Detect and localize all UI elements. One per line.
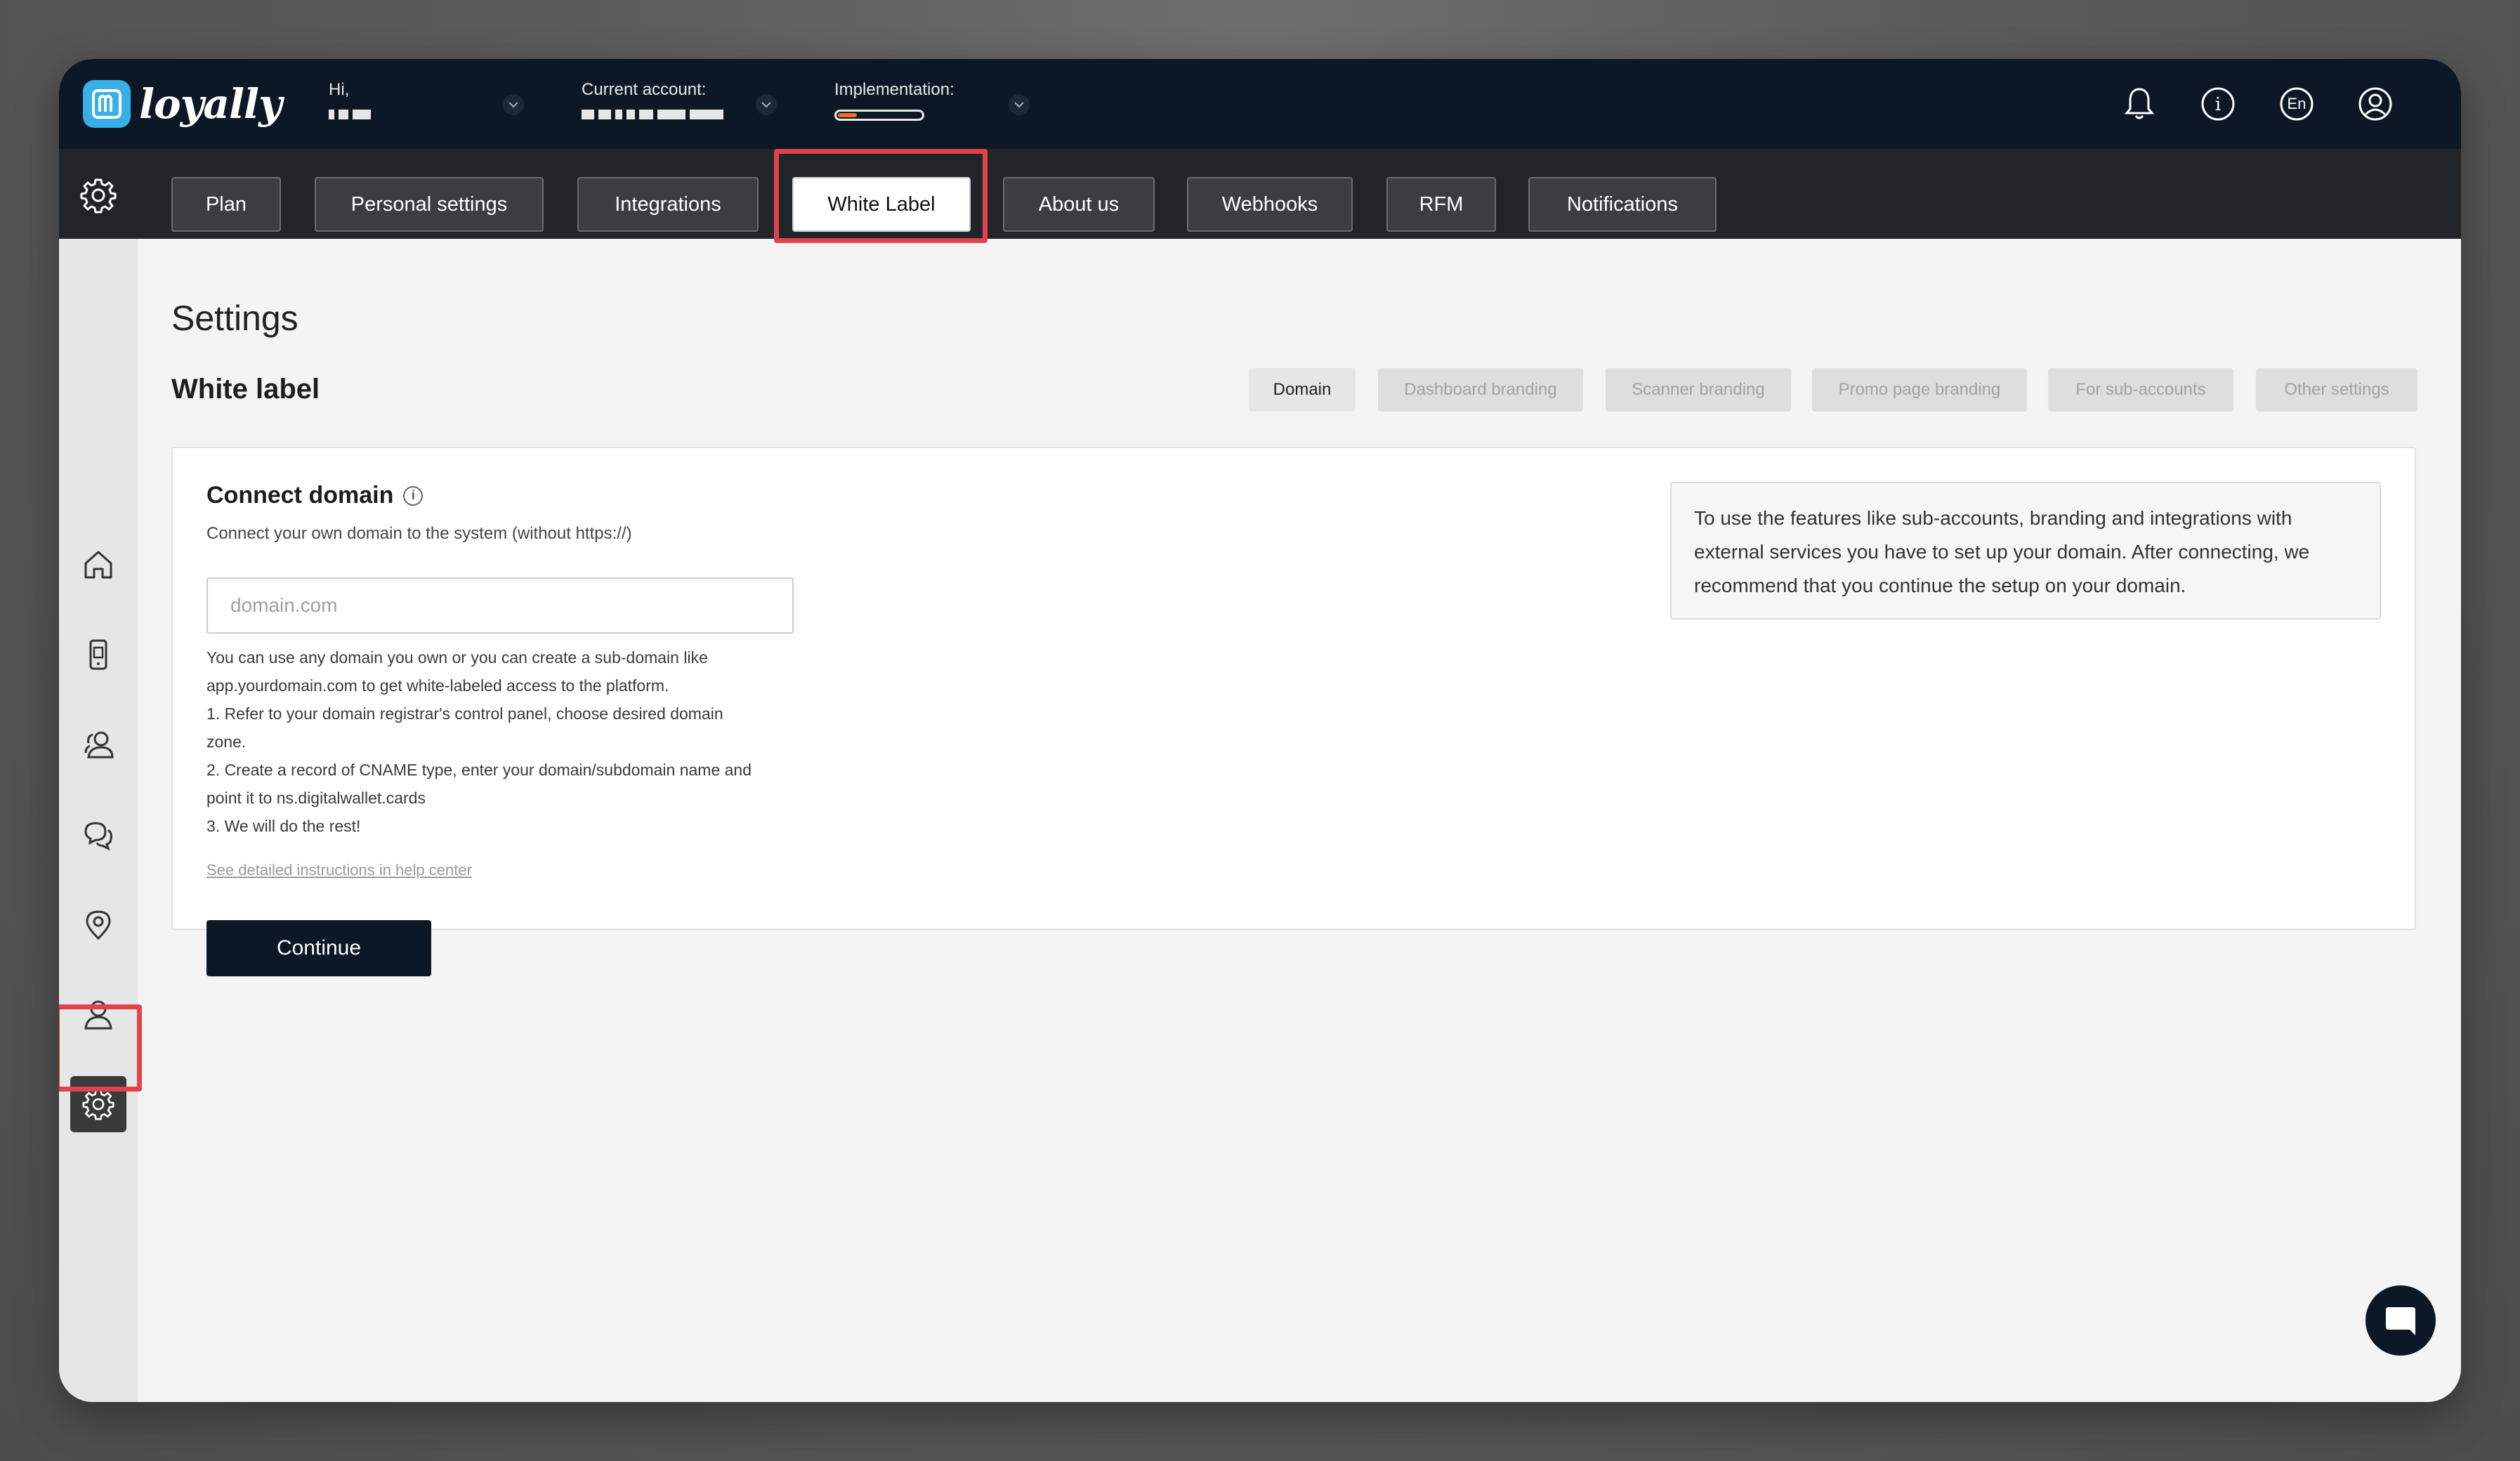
domain-info-note: To use the features like sub-accounts, b… (1670, 482, 2381, 620)
sidebar (59, 239, 138, 1402)
language-code: En (2287, 95, 2306, 112)
bell-icon[interactable] (2120, 84, 2159, 124)
svg-text:i: i (2215, 94, 2221, 115)
language-icon[interactable]: En (2277, 84, 2316, 124)
logo-text: loyally (139, 80, 282, 128)
subtab-other-settings[interactable]: Other settings (2256, 368, 2417, 412)
logo[interactable]: loyally (83, 80, 282, 128)
connect-domain-title: Connect domain i (206, 482, 424, 509)
subtab-for-sub-accounts[interactable]: For sub-accounts (2048, 368, 2233, 412)
implementation-label: Implementation: (834, 80, 954, 99)
user-name-masked (329, 110, 371, 119)
account-menu-chevron-icon[interactable] (503, 94, 524, 115)
subtab-promo-page-branding[interactable]: Promo page branding (1812, 368, 2027, 412)
settings-gear-icon (80, 177, 117, 214)
tab-notifications[interactable]: Notifications (1528, 177, 1717, 232)
implementation-progress-bar (834, 110, 924, 121)
tab-rfm[interactable]: RFM (1386, 177, 1496, 232)
tab-plan[interactable]: Plan (171, 177, 281, 232)
info-icon[interactable]: i (2198, 84, 2238, 124)
help-line: 3. We will do the rest! (206, 817, 361, 835)
implementation-chevron-icon[interactable] (1009, 94, 1030, 115)
page-title: Settings (171, 299, 298, 338)
profile-icon[interactable] (2356, 84, 2395, 124)
greeting-label: Hi, (329, 80, 350, 99)
app-window: loyally Hi, Current account: Implementat… (59, 59, 2461, 1402)
tab-integrations[interactable]: Integrations (577, 177, 759, 232)
current-account: Current account: (582, 80, 723, 119)
logo-mark-icon (83, 80, 131, 128)
help-line: zone. (206, 733, 247, 751)
mobile-card-icon[interactable] (80, 636, 117, 673)
current-account-label: Current account: (582, 80, 707, 99)
info-icon[interactable]: i (403, 485, 424, 506)
help-line: 2. Create a record of CNAME type, enter … (206, 761, 752, 779)
subtab-domain[interactable]: Domain (1249, 368, 1356, 412)
help-line: point it to ns.digitalwallet.cards (206, 789, 426, 807)
settings-icon[interactable] (70, 1076, 126, 1132)
current-account-chevron-icon[interactable] (756, 94, 777, 115)
subtab-dashboard-branding[interactable]: Dashboard branding (1378, 368, 1583, 412)
messages-icon[interactable] (80, 816, 117, 853)
domain-input[interactable] (206, 577, 794, 634)
subtab-scanner-branding[interactable]: Scanner branding (1606, 368, 1791, 412)
settings-tab-bar: Plan Personal settings Integrations Whit… (59, 149, 2461, 239)
help-line: app.yourdomain.com to get white-labeled … (206, 676, 669, 695)
section-title: White label (171, 374, 320, 405)
location-icon[interactable] (80, 906, 117, 943)
implementation-progress-fill (838, 113, 857, 117)
tab-white-label[interactable]: White Label (792, 177, 971, 232)
implementation: Implementation: (834, 80, 954, 121)
connect-domain-subtitle: Connect your own domain to the system (w… (206, 524, 632, 543)
customers-icon[interactable] (80, 726, 117, 763)
tab-personal-settings[interactable]: Personal settings (315, 177, 544, 232)
user-icon[interactable] (80, 996, 117, 1033)
tab-webhooks[interactable]: Webhooks (1187, 177, 1353, 232)
domain-help-text: You can use any domain you own or you ca… (206, 643, 803, 840)
help-line: 1. Refer to your domain registrar's cont… (206, 705, 723, 723)
tab-about-us[interactable]: About us (1003, 177, 1155, 232)
chat-widget-button[interactable] (2365, 1285, 2436, 1356)
help-center-link[interactable]: See detailed instructions in help center (206, 861, 472, 879)
connect-domain-title-text: Connect domain (206, 482, 394, 509)
greeting: Hi, (329, 80, 371, 119)
account-name-masked (582, 110, 723, 119)
chat-bubble-icon (2386, 1307, 2415, 1335)
connect-domain-card: Connect domain i Connect your own domain… (171, 447, 2416, 976)
top-header: loyally Hi, Current account: Implementat… (59, 59, 2461, 149)
help-line: You can use any domain you own or you ca… (206, 648, 708, 667)
home-icon[interactable] (80, 546, 117, 583)
continue-button[interactable]: Continue (206, 920, 431, 976)
